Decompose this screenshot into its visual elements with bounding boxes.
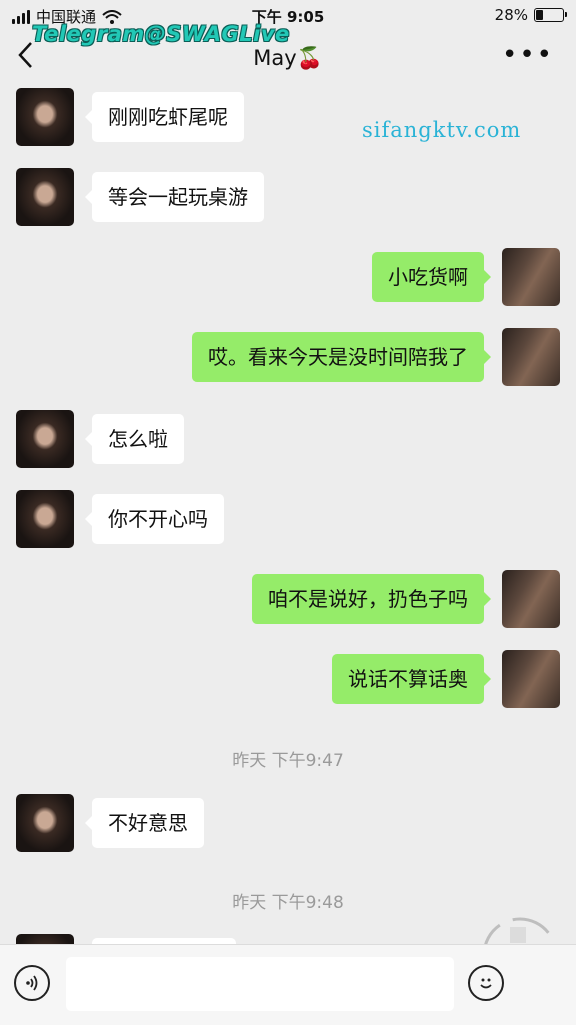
input-bar: [0, 944, 576, 1025]
message-row: 哎。看来今天是没时间陪我了: [0, 328, 576, 386]
avatar[interactable]: [16, 168, 74, 226]
message-bubble[interactable]: 刚刚吃虾尾呢: [85, 92, 244, 142]
message-bubble[interactable]: 怎么啦: [85, 414, 184, 464]
avatar[interactable]: [502, 248, 560, 306]
avatar[interactable]: [502, 570, 560, 628]
message-row: 不好意思: [0, 794, 576, 852]
message-bubble[interactable]: 说话不算话奥: [332, 654, 491, 704]
telegram-watermark: Telegram@SWAGLive: [32, 22, 290, 46]
message-bubble[interactable]: 哎。看来今天是没时间陪我了: [192, 332, 491, 382]
message-row: 小吃货啊: [0, 248, 576, 306]
avatar[interactable]: [16, 410, 74, 468]
message-bubble[interactable]: 不好意思: [85, 798, 204, 848]
message-input[interactable]: [66, 957, 454, 1011]
message-bubble[interactable]: 等会一起玩桌游: [85, 172, 264, 222]
avatar[interactable]: [16, 490, 74, 548]
emoji-icon[interactable]: [468, 965, 504, 1001]
status-right: 28%: [494, 6, 567, 24]
avatar[interactable]: [502, 650, 560, 708]
ellipsis-icon[interactable]: •••: [502, 40, 554, 70]
message-row: 怎么啦: [0, 410, 576, 468]
chat-title: May🍒: [253, 46, 323, 70]
timestamp: 昨天 下午9:47: [232, 751, 344, 771]
avatar[interactable]: [16, 88, 74, 146]
message-row: 说话不算话奥: [0, 650, 576, 708]
battery-percent: 28%: [494, 6, 528, 24]
message-row: 刚刚吃虾尾呢: [0, 88, 576, 146]
avatar[interactable]: [502, 328, 560, 386]
voice-icon[interactable]: [14, 965, 50, 1001]
message-row: 等会一起玩桌游: [0, 168, 576, 226]
message-bubble[interactable]: 咱不是说好，扔色子吗: [252, 574, 491, 624]
battery-icon: [534, 8, 567, 22]
avatar[interactable]: [16, 794, 74, 852]
message-row: 咱不是说好，扔色子吗: [0, 570, 576, 628]
message-bubble[interactable]: 小吃货啊: [372, 252, 491, 302]
message-row: 你不开心吗: [0, 490, 576, 548]
message-bubble[interactable]: 你不开心吗: [85, 494, 224, 544]
